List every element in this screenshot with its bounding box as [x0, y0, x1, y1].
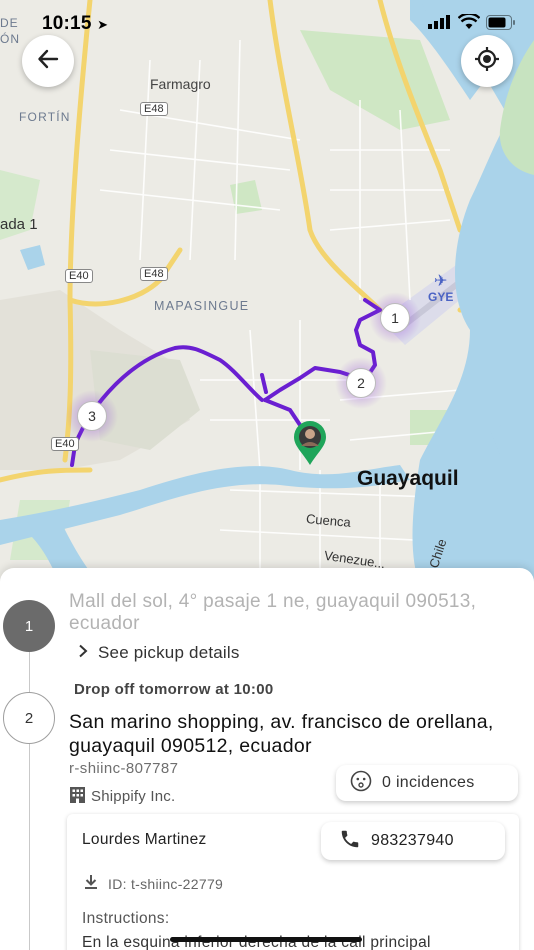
delivery-id-label: ID: t-shiinc-22779 — [108, 875, 224, 892]
contact-name: Lourdes Martinez — [82, 831, 207, 848]
dropoff-address: San marino shopping, av. francisco de or… — [69, 711, 494, 757]
map-label-farmagro: Farmagro — [150, 76, 211, 92]
wifi-icon — [457, 12, 481, 35]
battery-icon — [486, 14, 516, 35]
stop-number-2: 2 — [3, 692, 55, 744]
stop-number-1: 1 — [3, 600, 55, 652]
phone-icon — [339, 828, 361, 855]
incidences-label: 0 incidences — [382, 774, 475, 791]
highway-shield-e48-mid: E48 — [140, 267, 168, 281]
map-label-guayaquil: Guayaquil — [357, 467, 459, 490]
route-marker-2[interactable]: 2 — [346, 368, 376, 398]
route-marker-1[interactable]: 1 — [380, 303, 410, 333]
highway-shield-e40-top: E40 — [65, 269, 93, 283]
map-label-fortin: FORTÍN — [19, 110, 71, 124]
building-icon — [69, 786, 86, 807]
crosshair-icon — [474, 46, 500, 77]
map-label-gye: GYE — [428, 290, 454, 304]
driver-location-pin[interactable] — [292, 420, 328, 466]
phone-number: 983237940 — [371, 832, 454, 849]
map-canvas — [0, 0, 534, 585]
chevron-right-icon — [78, 643, 88, 663]
airport-icon: ✈ — [434, 273, 448, 290]
map-view[interactable]: DE ÓN Farmagro FORTÍN ada 1 MAPASINGUE G… — [0, 0, 534, 585]
cellular-signal-icon — [428, 15, 452, 34]
home-indicator — [170, 937, 362, 942]
map-label-ada1: ada 1 — [0, 216, 38, 233]
call-phone-button[interactable]: 983237940 — [321, 822, 505, 860]
instructions-label: Instructions: — [82, 910, 170, 927]
status-time: 10:15 ➤ — [42, 13, 109, 34]
timeline-line — [29, 640, 30, 950]
back-button[interactable] — [22, 35, 74, 87]
location-arrow-icon: ➤ — [97, 17, 109, 32]
map-label-mapasingue: MAPASINGUE — [154, 299, 250, 313]
highway-shield-e40-bottom: E40 — [51, 437, 79, 451]
company-name: Shippify Inc. — [69, 786, 175, 807]
arrow-left-icon — [37, 48, 59, 75]
see-pickup-details-label: See pickup details — [98, 643, 240, 662]
route-marker-3[interactable]: 3 — [77, 401, 107, 431]
see-pickup-details-link[interactable]: See pickup details — [78, 643, 240, 663]
incidences-button[interactable]: 0 incidences — [336, 765, 518, 801]
highway-shield-e48-top: E48 — [140, 102, 168, 116]
pickup-address: Mall del sol, 4° pasaje 1 ne, guayaquil … — [69, 591, 477, 634]
my-location-button[interactable] — [461, 35, 513, 87]
face-icon — [350, 770, 372, 797]
dropoff-time: Drop off tomorrow at 10:00 — [74, 681, 274, 698]
reference-code: r-shiinc-807787 — [69, 760, 179, 777]
company-label: Shippify Inc. — [91, 788, 176, 805]
download-icon — [84, 874, 98, 893]
status-bar: 10:15 ➤ — [0, 0, 534, 44]
delivery-id: ID: t-shiinc-22779 — [84, 874, 223, 893]
